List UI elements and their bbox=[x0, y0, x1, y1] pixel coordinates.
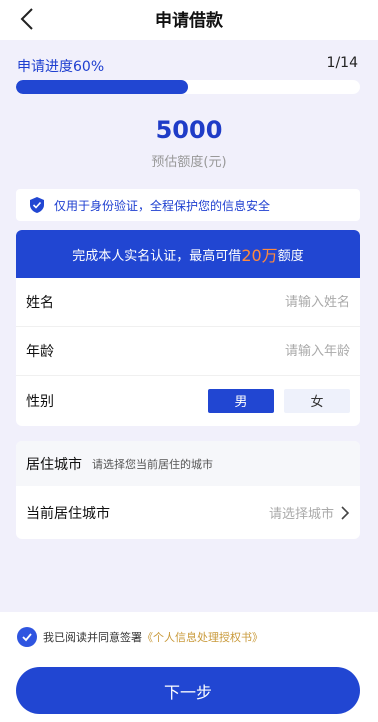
banner-highlight: 20万 bbox=[241, 246, 278, 265]
city-section: 居住城市 请选择您当前居住的城市 当前居住城市 请选择城市 bbox=[16, 441, 360, 539]
estimated-amount: 5000 bbox=[155, 116, 223, 144]
name-label: 姓名 bbox=[26, 295, 54, 311]
agreement-link[interactable]: 《个人信息处理授权书》 bbox=[142, 629, 263, 645]
city-value: 请选择城市 bbox=[269, 503, 350, 522]
gender-male-button[interactable]: 男 bbox=[208, 388, 274, 413]
security-notice-text: 仅用于身份验证，全程保护您的信息安全 bbox=[54, 198, 271, 213]
agreement-checkbox[interactable] bbox=[17, 627, 37, 647]
progress-label: 申请进度60% bbox=[17, 59, 105, 75]
form-banner: 完成本人实名认证，最高可借 20万 额度 bbox=[16, 230, 360, 278]
banner-suffix: 额度 bbox=[277, 248, 304, 264]
city-section-title: 居住城市 bbox=[26, 456, 82, 473]
bottom-bar: 我已阅读并同意签署 《个人信息处理授权书》 下一步 bbox=[0, 612, 378, 722]
name-row: 姓名 bbox=[16, 278, 360, 327]
banner-prefix: 完成本人实名认证，最高可借 bbox=[72, 248, 242, 264]
security-notice: 仅用于身份验证，全程保护您的信息安全 bbox=[16, 189, 360, 221]
city-placeholder: 请选择城市 bbox=[268, 507, 334, 522]
gender-selector: 男 女 bbox=[208, 388, 350, 413]
city-section-desc: 请选择您当前居住的城市 bbox=[92, 457, 213, 471]
city-section-header: 居住城市 请选择您当前居住的城市 bbox=[16, 441, 360, 486]
age-input[interactable] bbox=[190, 343, 350, 359]
name-input[interactable] bbox=[190, 294, 350, 310]
shield-check-icon bbox=[30, 197, 44, 213]
age-row: 年龄 bbox=[16, 327, 360, 376]
gender-female-button[interactable]: 女 bbox=[284, 388, 350, 413]
city-selector[interactable]: 当前居住城市 请选择城市 bbox=[16, 486, 360, 539]
chevron-right-icon bbox=[341, 505, 350, 520]
progress-bar bbox=[16, 80, 360, 94]
page-title: 申请借款 bbox=[155, 11, 223, 31]
agreement-text: 我已阅读并同意签署 bbox=[43, 631, 142, 644]
identity-form: 完成本人实名认证，最高可借20万额度 姓名 年龄 性别 男 女 bbox=[16, 230, 360, 426]
check-icon bbox=[22, 633, 32, 642]
age-label: 年龄 bbox=[26, 344, 54, 360]
city-label: 当前居住城市 bbox=[26, 505, 110, 522]
gender-label: 性别 bbox=[26, 393, 54, 410]
gender-row: 性别 男 女 bbox=[16, 376, 360, 425]
top-bar: 申请借款 bbox=[0, 0, 378, 40]
progress-bar-fill bbox=[16, 80, 188, 94]
progress-count: 1/14 bbox=[326, 55, 358, 71]
agreement-row: 我已阅读并同意签署 《个人信息处理授权书》 bbox=[17, 627, 263, 647]
next-button[interactable]: 下一步 bbox=[16, 667, 360, 714]
estimated-amount-label: 预估额度(元) bbox=[151, 155, 227, 170]
